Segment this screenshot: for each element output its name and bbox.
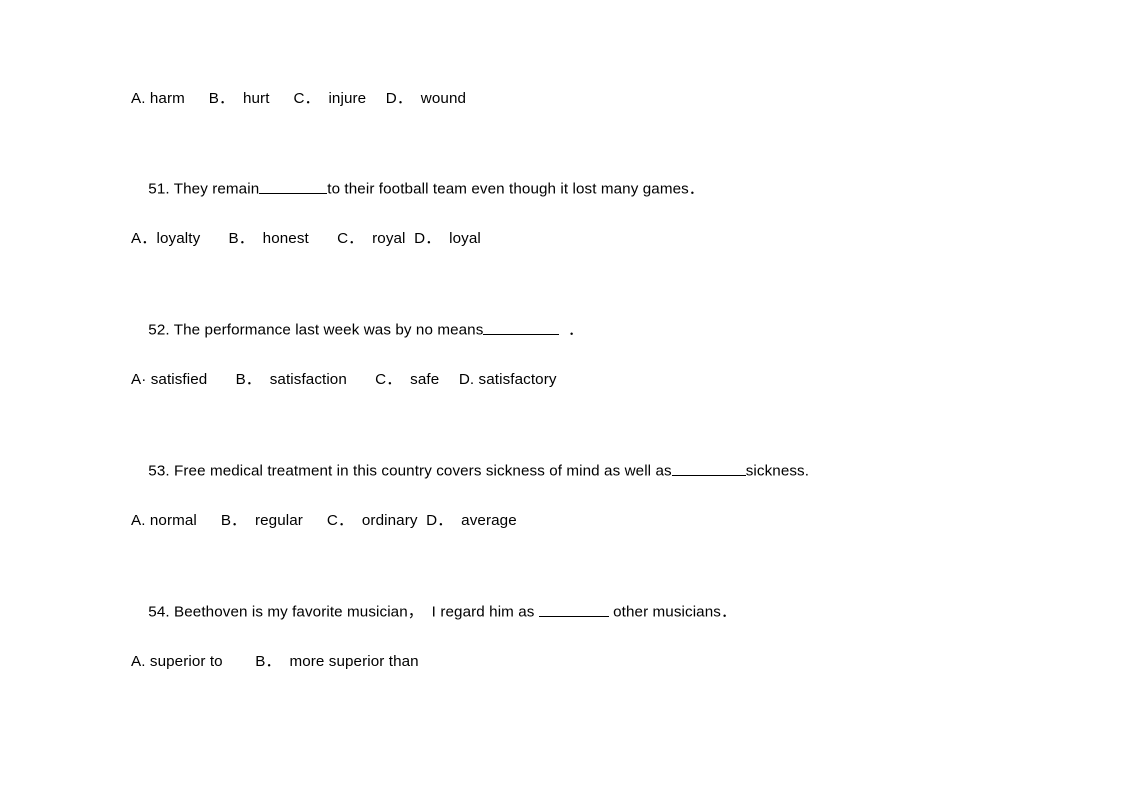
question-53-blank[interactable]: [671, 461, 746, 477]
question-54-blank[interactable]: [538, 602, 609, 618]
question-54-stem: 54. Beethoven is my favorite musician， I…: [131, 582, 736, 643]
question-54-text-after-blank: other musicians．: [608, 603, 737, 621]
question-51-text-after-blank: to their football team even though it lo…: [327, 180, 705, 198]
question-52-text-before-blank: 52. The performance last week was by no …: [148, 321, 484, 339]
question-53-text-before-blank: 53. Free medical treatment in this count…: [148, 462, 672, 480]
question-54-options: A. superior to B． more superior than: [131, 653, 419, 670]
question-51-options: A．loyalty B． honest C． royal D． loyal: [131, 230, 481, 247]
question-52-stem: 52. The performance last week was by no …: [131, 300, 583, 361]
answer-options-line: A. harm B． hurt C． injure D． wound: [131, 90, 467, 107]
question-53-stem: 53. Free medical treatment in this count…: [131, 441, 809, 502]
question-53-text-after-blank: sickness.: [745, 462, 810, 480]
question-51-blank[interactable]: [259, 179, 328, 195]
question-52-blank[interactable]: [483, 320, 560, 336]
question-51-text-before-blank: 51. They remain: [148, 180, 260, 198]
question-52-options: A· satisfied B． satisfaction C． safe D. …: [131, 371, 557, 388]
question-54-text-before-blank: 54. Beethoven is my favorite musician， I…: [148, 603, 539, 621]
document-page: A. harm B． hurt C． injure D． wound 51. T…: [0, 0, 1123, 794]
question-52-text-after-blank: ．: [559, 321, 584, 339]
question-53-options: A. normal B． regular C． ordinary D． aver…: [131, 512, 517, 529]
question-51-stem: 51. They remain to their football team ev…: [131, 159, 704, 220]
